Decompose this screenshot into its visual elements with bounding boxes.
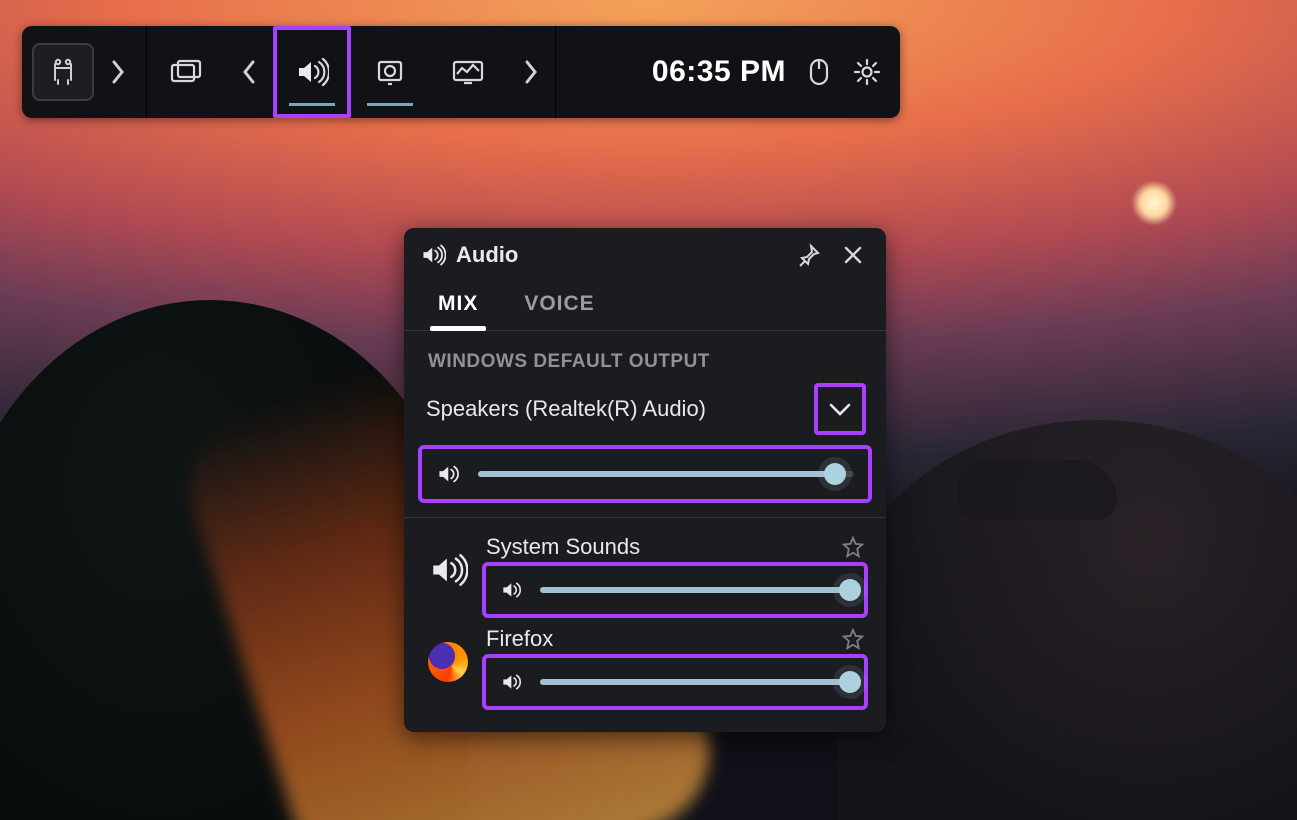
chevron-down-icon: [827, 400, 853, 418]
app-name: Firefox: [486, 626, 553, 652]
firefox-volume-slider[interactable]: [486, 658, 864, 706]
chevron-right-icon: [109, 58, 127, 86]
capture-icon: [375, 58, 405, 86]
favorite-toggle[interactable]: [842, 628, 864, 650]
slider-track[interactable]: [540, 679, 850, 685]
gear-icon: [853, 58, 881, 86]
divider: [404, 517, 886, 518]
capture-widget-button[interactable]: [351, 26, 429, 118]
audio-panel: Audio MIX VOICE WINDOWS DEFAULT OUTPUT S…: [404, 228, 886, 732]
speaker-icon: [428, 553, 468, 587]
slider-track[interactable]: [478, 471, 854, 477]
performance-widget-button[interactable]: [429, 26, 507, 118]
system-sounds-app-icon: [426, 548, 470, 592]
app-name: System Sounds: [486, 534, 640, 560]
settings-button[interactable]: [852, 55, 882, 89]
game-bar: 06:35 PM: [22, 26, 900, 118]
audio-panel-header[interactable]: Audio: [404, 228, 886, 282]
controller-icon: [48, 58, 78, 86]
speaker-icon: [420, 244, 446, 266]
chevron-right-icon: [522, 58, 540, 86]
star-icon: [842, 628, 864, 650]
output-section-label: WINDOWS DEFAULT OUTPUT: [404, 331, 886, 379]
output-device-dropdown[interactable]: [816, 385, 864, 433]
performance-icon: [451, 59, 485, 85]
star-icon: [842, 536, 864, 558]
chevron-right-button[interactable]: [94, 26, 142, 118]
mouse-button[interactable]: [804, 55, 834, 89]
audio-panel-title: Audio: [456, 242, 782, 268]
chevron-left-button[interactable]: [225, 26, 273, 118]
close-icon: [842, 244, 864, 266]
speaker-icon: [436, 463, 462, 485]
audio-widget-button[interactable]: [273, 26, 351, 118]
tab-voice[interactable]: VOICE: [518, 282, 600, 330]
mouse-icon: [808, 57, 830, 87]
output-device-name: Speakers (Realtek(R) Audio): [426, 396, 706, 422]
firefox-app-icon: [426, 640, 470, 684]
chevron-right-button-2[interactable]: [507, 26, 555, 118]
chevron-left-icon: [240, 58, 258, 86]
widgets-icon: [169, 59, 203, 85]
slider-track[interactable]: [540, 587, 850, 593]
close-button[interactable]: [836, 238, 870, 272]
audio-tabs: MIX VOICE: [404, 282, 886, 331]
xbox-button[interactable]: [32, 43, 94, 101]
pin-icon: [797, 243, 821, 267]
speaker-icon: [500, 672, 524, 692]
app-row-system-sounds: System Sounds: [404, 528, 886, 620]
firefox-icon: [428, 642, 468, 682]
master-volume-slider[interactable]: [422, 449, 868, 499]
clock: 06:35 PM: [652, 55, 786, 89]
speaker-icon: [295, 57, 329, 87]
app-row-firefox: Firefox: [404, 620, 886, 712]
widgets-button[interactable]: [147, 26, 225, 118]
tab-mix[interactable]: MIX: [432, 282, 484, 330]
system-sounds-volume-slider[interactable]: [486, 566, 864, 614]
pin-button[interactable]: [792, 238, 826, 272]
divider: [555, 26, 556, 118]
favorite-toggle[interactable]: [842, 536, 864, 558]
speaker-icon: [500, 580, 524, 600]
